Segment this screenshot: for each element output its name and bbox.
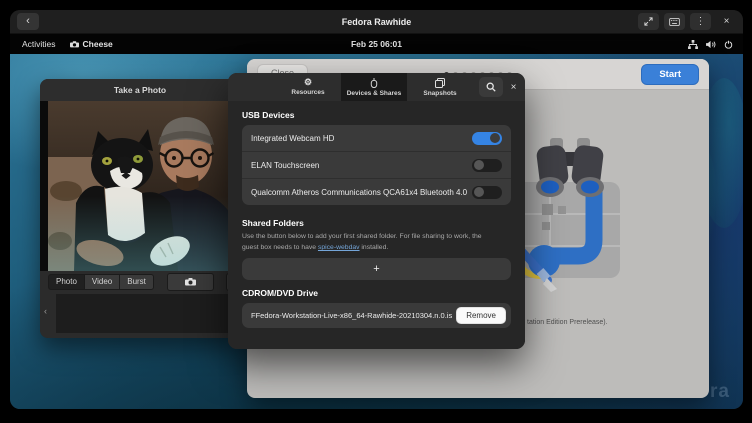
dialog-header: ⚙ Resources Devices & Shares [228,73,525,102]
dialog-close-button[interactable]: × [505,77,522,97]
usb-device-list: Integrated Webcam HD ELAN Touchscreen Qu… [242,125,511,205]
tab-burst[interactable]: Burst [119,274,154,290]
take-photo-button[interactable] [167,273,214,291]
boxes-titlebar: ‹ Fedora Rawhide ⋮ × [10,10,743,34]
fullscreen-icon [644,17,653,26]
properties-dialog: ⚙ Resources Devices & Shares [228,73,525,349]
cheese-titlebar: Take a Photo [40,79,240,102]
photo-strip: ‹ [40,292,240,338]
window-title: Fedora Rawhide [10,10,743,33]
camera-icon [70,41,79,48]
cheese-title: Take a Photo [114,85,166,95]
clock[interactable]: Feb 25 06:01 [351,34,402,54]
usb-row: Integrated Webcam HD [242,125,511,152]
usb-device-icon [370,78,378,88]
usb-toggle[interactable] [472,186,502,199]
power-icon [724,40,733,49]
gnome-topbar: Activities Cheese Feb 25 06:01 [10,34,743,54]
fullscreen-button[interactable] [638,13,659,30]
start-button[interactable]: Start [641,64,699,85]
cheese-toolbar: Photo Video Burst [40,271,240,292]
tab-devices-shares[interactable]: Devices & Shares [341,73,407,101]
network-icon [688,40,698,49]
usb-toggle[interactable] [472,159,502,172]
tab-resources[interactable]: ⚙ Resources [275,73,341,101]
tab-snapshots[interactable]: Snapshots [407,73,473,101]
vm-display: Activities Cheese Feb 25 06:01 [10,34,743,409]
strip-scroll-left[interactable]: ‹ [44,306,47,316]
prerelease-text: tation Edition Prerelease). [527,319,608,326]
search-button[interactable] [479,77,503,97]
plus-icon: + [373,263,379,275]
cdrom-section-title: CDROM/DVD Drive [242,288,511,298]
webcam-preview [40,101,240,271]
screenshot-stage: ‹ Fedora Rawhide ⋮ × [0,0,752,423]
activities-button[interactable]: Activities [22,39,56,49]
iso-filename: FFedora-Workstation-Live-x86_64-Rawhide-… [251,311,452,320]
shared-folders-description: Use the button below to add your first s… [242,231,494,253]
snapshots-icon [435,78,445,88]
cheese-window: Take a Photo [40,79,240,338]
camera-shutter-icon [185,278,196,286]
system-status-area[interactable] [688,34,733,54]
boxes-window: ‹ Fedora Rawhide ⋮ × [10,10,743,409]
keyboard-button[interactable] [664,13,685,30]
gear-icon: ⚙ [304,78,312,87]
search-icon [486,82,496,92]
add-shared-folder-button[interactable]: + [242,258,511,280]
cdrom-row: FFedora-Workstation-Live-x86_64-Rawhide-… [242,303,511,328]
window-close-button[interactable]: × [716,13,737,30]
spice-webdav-link[interactable]: spice-webdav [318,244,360,251]
tab-photo[interactable]: Photo [48,274,85,290]
remove-button[interactable]: Remove [456,307,506,324]
usb-toggle[interactable] [472,132,502,145]
keyboard-icon [669,18,680,26]
tab-video[interactable]: Video [84,274,120,290]
usb-row: Qualcomm Atheros Communications QCA61x4 … [242,179,511,205]
app-menu-cheese[interactable]: Cheese [70,39,113,49]
webcam-image [48,101,240,271]
usb-row: ELAN Touchscreen [242,152,511,179]
shared-folders-title: Shared Folders [242,218,511,228]
dialog-body: USB Devices Integrated Webcam HD ELAN To… [228,101,525,349]
usb-section-title: USB Devices [242,110,511,120]
menu-button[interactable]: ⋮ [690,13,711,30]
photo-strip-panel [56,294,240,333]
volume-icon [706,40,716,49]
